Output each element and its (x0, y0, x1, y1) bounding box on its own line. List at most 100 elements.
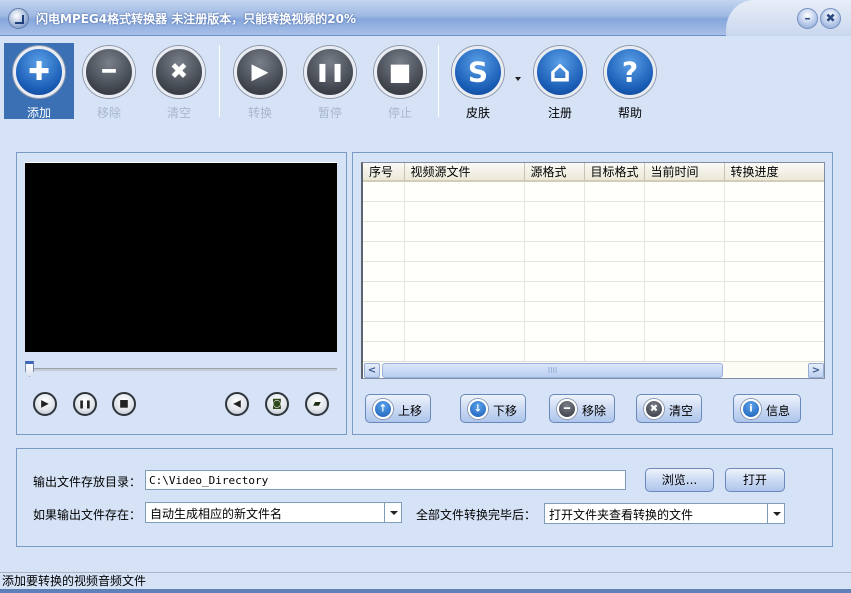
after-all-value: 打开文件夹查看转换的文件 (549, 508, 694, 522)
table-row (363, 221, 824, 242)
player-play-button[interactable]: ▶ (33, 392, 57, 416)
table-cell (584, 301, 645, 322)
table-row (363, 321, 824, 342)
seek-track[interactable] (29, 368, 337, 371)
play-icon: ▶ (41, 398, 49, 410)
move-up-label: 上移 (398, 404, 423, 418)
move-down-label: 下移 (493, 404, 518, 418)
volume-button[interactable]: ◀ (225, 392, 249, 416)
toolbar-separator (438, 45, 439, 117)
remove-label: 移除 (96, 106, 121, 120)
if-exists-value: 自动生成相应的新文件名 (150, 507, 283, 521)
browse-button[interactable]: 浏览... (645, 468, 714, 492)
table-cell (584, 201, 645, 222)
table-row (363, 261, 824, 282)
pause-button[interactable]: ❚❚ 暂停 (295, 43, 365, 120)
add-button[interactable]: ✚ 添加 (4, 43, 74, 120)
player-stop-button[interactable]: ■ (112, 392, 136, 416)
pause-icon: ❚❚ (304, 46, 356, 98)
table-cell (363, 281, 405, 302)
table-cell (644, 201, 725, 222)
table-cell (363, 201, 405, 222)
table-cell (524, 281, 585, 302)
after-all-select[interactable]: 打开文件夹查看转换的文件 (544, 503, 785, 524)
table-cell (524, 261, 585, 282)
table-cell (584, 241, 645, 262)
table-cell (404, 241, 525, 262)
table-row (363, 181, 824, 202)
list-clear-button[interactable]: ✖ 清空 (636, 394, 702, 423)
table-cell (404, 341, 525, 362)
output-dir-label: 输出文件存放目录： (33, 475, 142, 489)
table-cell (644, 321, 725, 342)
remove-button[interactable]: ━ 移除 (74, 43, 144, 120)
column-header-source-format[interactable]: 源格式 (524, 163, 585, 182)
table-cell (524, 341, 585, 362)
camera-icon: ◙ (272, 398, 282, 410)
table-cell (724, 341, 824, 362)
toolbar-separator (219, 45, 220, 117)
table-cell (363, 321, 405, 342)
scroll-left-button[interactable]: < (364, 363, 380, 378)
scroll-thumb[interactable] (382, 363, 723, 378)
table-cell (644, 281, 725, 302)
chevron-down-icon[interactable] (384, 503, 401, 522)
table-cell (584, 221, 645, 242)
file-list-table[interactable]: 序号 视频源文件 源格式 目标格式 当前时间 转换进度 < > (361, 162, 825, 379)
minus-icon: ━ (557, 399, 577, 419)
help-button[interactable]: ? 帮助 (595, 43, 665, 120)
horizontal-scrollbar[interactable]: < > (363, 361, 824, 378)
list-remove-button[interactable]: ━ 移除 (549, 394, 615, 423)
seek-slider-thumb[interactable] (25, 361, 34, 377)
table-cell (724, 201, 824, 222)
output-dir-input[interactable] (145, 470, 626, 490)
player-pause-button[interactable]: ❚❚ (73, 392, 97, 416)
convert-label: 转换 (247, 106, 272, 120)
open-dir-button[interactable]: 打开 (725, 468, 785, 492)
column-header-progress[interactable]: 转换进度 (724, 163, 824, 182)
table-cell (363, 341, 405, 362)
minimize-button[interactable]: – (797, 8, 818, 29)
table-cell (524, 301, 585, 322)
convert-button[interactable]: ▶ 转换 (225, 43, 295, 120)
if-exists-select[interactable]: 自动生成相应的新文件名 (145, 502, 402, 523)
app-logo-icon[interactable] (8, 8, 29, 29)
file-list-panel: 序号 视频源文件 源格式 目标格式 当前时间 转换进度 < > ↑ 上移 ↓ 下… (352, 152, 833, 435)
open-folder-button[interactable]: ▰ (305, 392, 329, 416)
list-remove-label: 移除 (582, 404, 607, 418)
folder-icon: ▰ (313, 398, 321, 410)
clear-button[interactable]: ✖ 清空 (144, 43, 214, 120)
player-panel: ▶ ❚❚ ■ ◀ ◙ ▰ (16, 152, 347, 435)
skin-button[interactable]: S 皮肤 (443, 43, 513, 120)
table-cell (363, 261, 405, 282)
skin-dropdown-arrow-icon[interactable] (515, 77, 521, 81)
table-row (363, 341, 824, 362)
stop-button[interactable]: ■ 停止 (365, 43, 435, 120)
column-header-target-format[interactable]: 目标格式 (584, 163, 645, 182)
table-cell (363, 221, 405, 242)
window-title: 闪电MPEG4格式转换器 未注册版本，只能转换视频的20% (36, 12, 357, 26)
close-button[interactable]: ✖ (820, 8, 841, 29)
table-cell (724, 281, 824, 302)
move-down-button[interactable]: ↓ 下移 (460, 394, 526, 423)
info-button[interactable]: i 信息 (733, 394, 801, 423)
column-header-source-file[interactable]: 视频源文件 (404, 163, 525, 182)
window-bottom-border (0, 589, 851, 593)
snapshot-button[interactable]: ◙ (265, 392, 289, 416)
scroll-right-button[interactable]: > (808, 363, 824, 378)
register-button[interactable]: ⌂ 注册 (525, 43, 595, 120)
table-body (363, 181, 824, 362)
chevron-down-icon[interactable] (767, 504, 784, 523)
table-cell (644, 261, 725, 282)
if-exists-label: 如果输出文件存在： (33, 508, 142, 522)
table-cell (524, 241, 585, 262)
add-label: 添加 (26, 106, 51, 120)
column-header-current-time[interactable]: 当前时间 (644, 163, 725, 182)
pause-label: 暂停 (317, 106, 342, 120)
move-up-button[interactable]: ↑ 上移 (365, 394, 431, 423)
table-cell (524, 221, 585, 242)
table-cell (584, 261, 645, 282)
plus-icon: ✚ (13, 46, 65, 98)
table-cell (644, 181, 725, 202)
column-header-index[interactable]: 序号 (363, 163, 405, 182)
